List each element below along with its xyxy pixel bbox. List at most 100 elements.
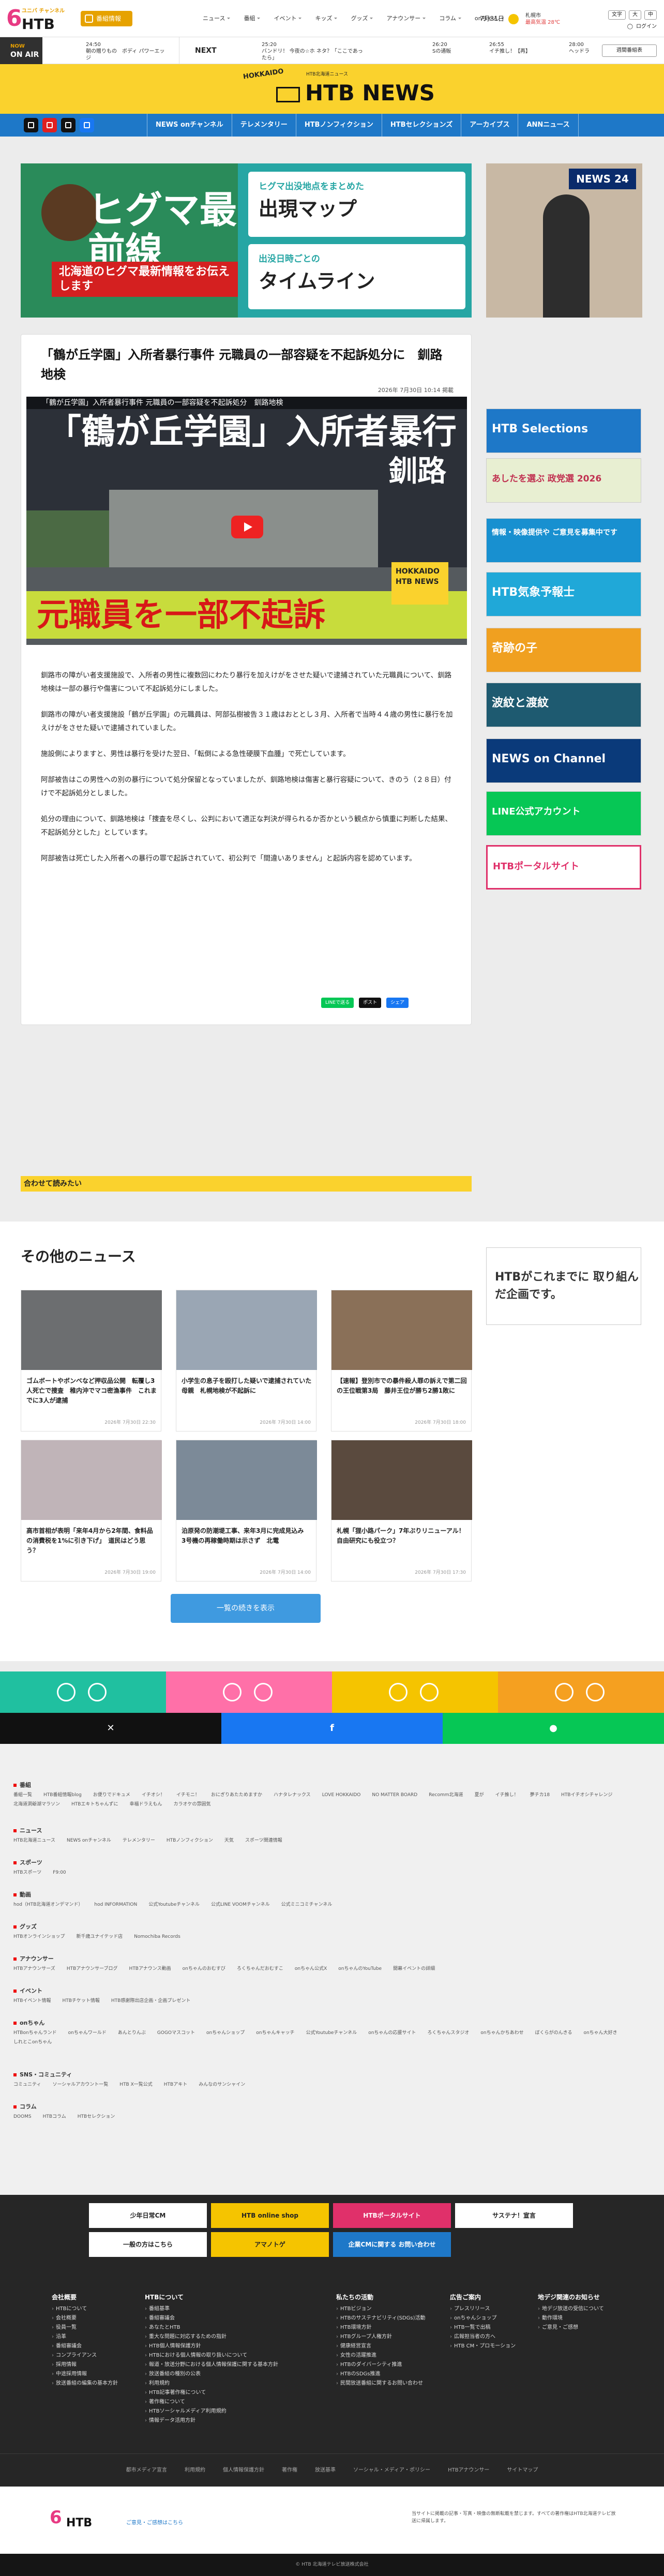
news-card[interactable]: 小学生の息子を殴打した疑いで逮捕されていた母親 札幌地検が不起訴に 2026年 … [176, 1290, 317, 1432]
sitemap-link[interactable]: しれとこonちゃん [13, 2039, 52, 2046]
sitemap-link[interactable]: 幸福ドラえもん [129, 1801, 162, 1808]
sitemap-link[interactable]: イチモニ！ [176, 1791, 200, 1799]
footer-x-link[interactable]: ✕ [0, 1713, 221, 1744]
nav-item-programs[interactable]: 番組 [244, 13, 261, 24]
sitemap-link[interactable]: みんなのサンシャイン [199, 2081, 245, 2088]
news-card[interactable]: 泊原発の防潮堤工事、来年3月に完成見込み 3号機の再稼働時期は示さず 北電 20… [176, 1440, 317, 1581]
sitemap-link[interactable]: HTB感謝際出店企画・企画プレゼント [111, 1997, 190, 2005]
login-link[interactable]: ログイン [636, 23, 657, 31]
sidebar-banner-line[interactable]: LINE公式アカウント [486, 791, 641, 836]
footer-link[interactable]: 報道・放送分野における個人情報保護に関する基本方針 [145, 2360, 321, 2370]
bottom-logo-htb[interactable]: HTB [66, 2517, 92, 2530]
sitemap-link[interactable]: hod INFORMATION [94, 1901, 137, 1908]
sitemap-link[interactable]: F9:00 [53, 1869, 66, 1876]
sitemap-link[interactable]: onちゃんかちあわせ [480, 2029, 523, 2037]
bear-timeline-link[interactable]: 出没日時ごとの タイムライン [248, 244, 465, 309]
footer-link[interactable]: HTB CM・プロモーション [450, 2342, 533, 2351]
font-large-button[interactable]: 大 [629, 10, 641, 20]
news24-banner[interactable]: NEWS 24 [486, 163, 642, 318]
footer-link[interactable]: 中途採用情報 [52, 2370, 155, 2379]
footer-tile-onchan[interactable] [0, 1671, 166, 1713]
sitemap-link[interactable]: スポーツ関連情報 [245, 1837, 282, 1844]
footer-link[interactable]: ご意見・ご感想 [538, 2323, 652, 2332]
footer-link[interactable]: HTBのダイバーシティ推進 [336, 2360, 429, 2370]
sitemap-link[interactable]: 公式LINE VOOMチャンネル [211, 1901, 270, 1908]
sitemap-link[interactable]: あんとりんぶ [118, 2029, 146, 2037]
x-icon[interactable] [61, 118, 76, 132]
footer-link[interactable]: HTB一覧で出稿 [450, 2323, 533, 2332]
next-program[interactable]: 26:20 Sの通販 [432, 41, 484, 55]
facebook-icon[interactable] [80, 118, 94, 132]
nav-archives[interactable]: アーカイブス [461, 114, 518, 137]
sitemap-link[interactable]: onちゃんのおむすび [183, 1965, 225, 1972]
tv-guide-button[interactable]: 週間番組表 [602, 44, 657, 57]
news-card[interactable]: 高市首相が表明「来年4月から2年間、食料品の消費税を1%に引き下げ」 道民はどう… [21, 1440, 162, 1581]
sitemap-link[interactable]: HTBセレクション [78, 2113, 115, 2120]
sidebar-banner-selections[interactable]: HTB Selections [486, 409, 641, 453]
current-program[interactable]: 24:50 朝の贈りもの ボディ パワーエッジ [86, 41, 169, 62]
sitemap-link[interactable]: onちゃん大好き [583, 2029, 617, 2037]
footer-banner[interactable]: HTB online shop [211, 2203, 329, 2228]
sidebar-banner-portal[interactable]: HTBポータルサイト [486, 845, 641, 890]
footer-link[interactable]: 民間放送番組に関するお問い合わせ [336, 2379, 429, 2388]
footer-link[interactable]: 放送番組の種別の公表 [145, 2370, 321, 2379]
legal-link[interactable]: ソーシャル・メディア・ポリシー [353, 2454, 430, 2487]
play-icon[interactable] [231, 516, 263, 538]
footer-link[interactable]: 女性の活躍推進 [336, 2351, 429, 2360]
footer-link[interactable]: 利用規約 [145, 2379, 321, 2388]
htb-news-brand[interactable]: HOKKAIDO HTB北海道ニュース HTB NEWS [0, 64, 664, 114]
legal-link[interactable]: HTBアナウンサー [448, 2454, 489, 2487]
footer-link[interactable]: プレスリリース [450, 2304, 533, 2314]
sidebar-banner-election[interactable]: あしたを選ぶ 政党選 2026 [486, 458, 641, 503]
footer-link[interactable]: 放送番組の編集の基本方針 [52, 2379, 155, 2388]
legal-link[interactable]: サイトマップ [507, 2454, 538, 2487]
footer-link[interactable]: HTBにおける個人情報の取り扱いについて [145, 2351, 321, 2360]
footer-line-link[interactable]: ● [443, 1713, 664, 1744]
sitemap-link[interactable]: NO MATTER BOARD [372, 1791, 417, 1799]
footer-link[interactable]: 情報データ活用方針 [145, 2416, 321, 2426]
sitemap-link[interactable]: 公式Youtubeチャンネル [306, 2029, 357, 2037]
sitemap-link[interactable]: ハナタレナックス [274, 1791, 311, 1799]
share-facebook-button[interactable]: シェア [386, 998, 409, 1008]
footer-link[interactable]: 重大な問題に対応するための指針 [145, 2332, 321, 2342]
news-card[interactable]: ゴムボートやボンベなど押収品公開 転覆し3人死亡で捜査 稚内沖でマコ密漁事件 こ… [21, 1290, 162, 1432]
program-info-button[interactable]: 番組情報 [81, 11, 132, 26]
sitemap-link[interactable]: HTB X一覧公式 [119, 2081, 152, 2088]
sitemap-link[interactable]: Recomm北海道 [429, 1791, 463, 1799]
news-card[interactable]: 【速報】登別市での暴件殺人罪の訴えで第二回の王位戦第3局 藤井王位が勝ち2勝1敗… [331, 1290, 472, 1432]
footer-banner[interactable]: HTBポータルサイト [333, 2203, 451, 2228]
footer-banner[interactable]: アマノトゲ [211, 2232, 329, 2257]
legal-link[interactable]: 放送基準 [315, 2454, 336, 2487]
footer-link[interactable]: onちゃんショップ [450, 2314, 533, 2323]
sitemap-link[interactable]: onちゃんワールド [68, 2029, 107, 2037]
footer-link[interactable]: 会社概要 [52, 2314, 155, 2323]
sitemap-link[interactable]: 公式Youtubeチャンネル [148, 1901, 200, 1908]
footer-link[interactable]: 採用情報 [52, 2360, 155, 2370]
footer-tile-kids[interactable] [166, 1671, 332, 1713]
nav-item-news[interactable]: ニュース [203, 13, 231, 24]
font-medium-button[interactable]: 中 [644, 10, 657, 20]
sitemap-link[interactable]: hod（HTB北海道オンデマンド） [13, 1901, 83, 1908]
sitemap-link[interactable]: HTBonちゃんランド [13, 2029, 57, 2037]
nav-item-column[interactable]: コラム [439, 13, 461, 24]
bear-banner[interactable]: ヒグマ最前線 北海道のヒグマ最新情報をお伝えします ヒグマ出没地点をまとめた 出… [21, 163, 472, 318]
sitemap-link[interactable]: LOVE HOKKAIDO [322, 1791, 361, 1799]
footer-link[interactable]: 著作権について [145, 2398, 321, 2407]
sitemap-link[interactable]: HTBアナウンス動画 [129, 1965, 171, 1972]
sitemap-link[interactable]: HTBアナウンサーズ [13, 1965, 55, 1972]
sitemap-link[interactable]: DOOMS [13, 2113, 32, 2120]
sidebar-banner-tip[interactable]: 情報・映像提供や ご意見を募集中です [486, 518, 641, 563]
footer-link[interactable]: HTB環境方針 [336, 2323, 429, 2332]
feedback-link[interactable]: ご意見・ご感想はこちら [126, 2520, 183, 2527]
footer-banner[interactable]: 一般の方はこちら [89, 2232, 207, 2257]
footer-link[interactable]: HTBビジョン [336, 2304, 429, 2314]
sitemap-link[interactable]: onちゃん公式X [295, 1965, 327, 1972]
sitemap-link[interactable]: ぼくらがのんきる [535, 2029, 572, 2037]
sitemap-link[interactable]: HTBスポーツ [13, 1869, 41, 1876]
sitemap-link[interactable]: onちゃんキャッチ [256, 2029, 294, 2037]
footer-link[interactable]: 動作環境 [538, 2314, 652, 2323]
sitemap-link[interactable]: 夏が [475, 1791, 484, 1799]
sitemap-link[interactable]: HTBコラム [43, 2113, 66, 2120]
sitemap-link[interactable]: 夢チカ18 [530, 1791, 550, 1799]
footer-tile-news[interactable] [332, 1671, 498, 1713]
